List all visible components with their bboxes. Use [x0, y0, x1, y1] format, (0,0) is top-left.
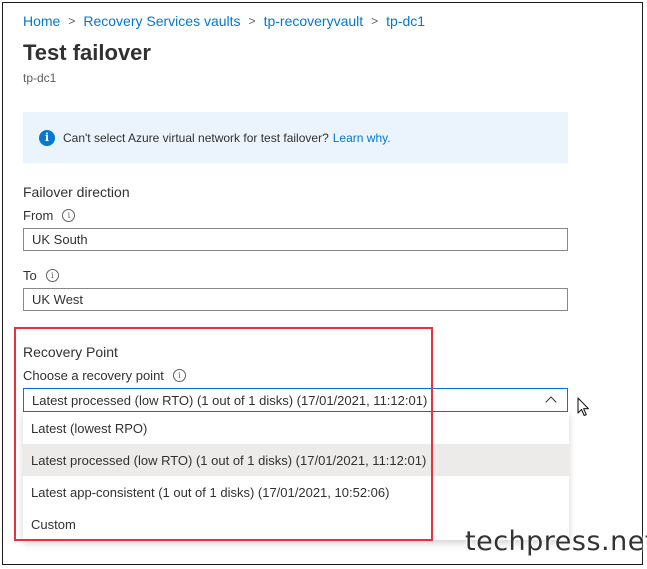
info-tooltip-icon[interactable]: i [62, 209, 76, 222]
breadcrumb-item[interactable]: tp-dc1 [386, 13, 425, 29]
recovery-point-label-text: Choose a recovery point [23, 368, 164, 383]
from-field: UK South [23, 228, 568, 251]
failover-direction-heading: Failover direction [23, 184, 130, 200]
info-banner: i Can't select Azure virtual network for… [23, 112, 568, 163]
breadcrumb-vault[interactable]: tp-recoveryvault [264, 13, 364, 29]
breadcrumb-separator: > [68, 14, 76, 28]
breadcrumb-home[interactable]: Home [23, 13, 60, 29]
page-title: Test failover [23, 40, 151, 65]
info-banner-message: Can't select Azure virtual network for t… [63, 130, 329, 145]
recovery-point-heading: Recovery Point [23, 344, 118, 360]
option-latest-app-consistent[interactable]: Latest app-consistent (1 out of 1 disks)… [23, 476, 569, 508]
breadcrumb: Home > Recovery Services vaults > tp-rec… [23, 13, 425, 29]
mouse-cursor-icon [577, 397, 590, 417]
chevron-up-icon [545, 396, 557, 408]
info-tooltip-icon[interactable]: i [172, 369, 186, 382]
to-label-text: To [23, 268, 37, 283]
learn-why-link[interactable]: Learn why. [333, 131, 391, 145]
from-label: From i [23, 208, 76, 223]
from-label-text: From [23, 208, 54, 223]
info-icon: i [39, 129, 55, 146]
recovery-point-selected: Latest processed (low RTO) (1 out of 1 d… [32, 392, 428, 408]
recovery-point-label: Choose a recovery point i [23, 368, 186, 383]
info-tooltip-icon[interactable]: i [45, 269, 59, 282]
watermark: techpress.net [465, 526, 647, 557]
breadcrumb-separator: > [248, 14, 256, 28]
recovery-point-dropdown[interactable]: Latest processed (low RTO) (1 out of 1 d… [23, 388, 568, 412]
to-field: UK West [23, 288, 568, 311]
to-label: To i [23, 268, 59, 283]
breadcrumb-separator: > [371, 14, 379, 28]
page-subtitle: tp-dc1 [23, 71, 57, 85]
breadcrumb-recovery-services-vaults[interactable]: Recovery Services vaults [83, 13, 240, 29]
option-latest-lowest-rpo[interactable]: Latest (lowest RPO) [23, 412, 569, 444]
option-latest-processed[interactable]: Latest processed (low RTO) (1 out of 1 d… [23, 444, 569, 476]
recovery-point-options: Latest (lowest RPO) Latest processed (lo… [23, 412, 569, 540]
